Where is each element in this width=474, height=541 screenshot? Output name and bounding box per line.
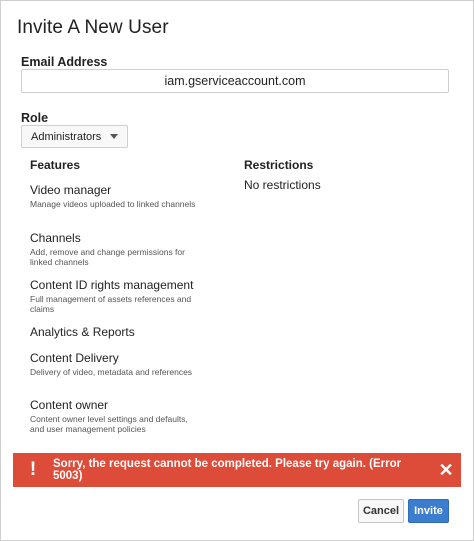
feature-item-video-manager: Video manager Manage videos uploaded to … (30, 183, 200, 209)
feature-item-content-id: Content ID rights management Full manage… (30, 278, 200, 314)
feature-name: Video manager (30, 183, 112, 197)
restriction-text: No restrictions (244, 178, 321, 192)
feature-name: Analytics & Reports (30, 325, 135, 339)
feature-description: Full management of assets references and… (30, 294, 192, 314)
exclamation-icon: ! (29, 459, 37, 480)
dialog-title: Invite A New User (17, 17, 169, 38)
email-field[interactable] (21, 69, 449, 93)
role-selected-value: Administrators (31, 130, 102, 143)
feature-name: Content Delivery (30, 351, 119, 365)
feature-item-content-owner: Content owner Content owner level settin… (30, 398, 200, 434)
restrictions-header: Restrictions (244, 158, 314, 172)
cancel-button[interactable]: Cancel (358, 499, 404, 523)
error-message: Sorry, the request cannot be completed. … (53, 458, 402, 482)
email-label: Email Address (21, 55, 108, 69)
features-header: Features (30, 158, 81, 172)
feature-description: Manage videos uploaded to linked channel… (30, 199, 196, 209)
feature-description: Content owner level settings and default… (30, 414, 188, 434)
role-dropdown[interactable]: Administrators (21, 125, 129, 148)
invite-button[interactable]: Invite (408, 499, 449, 523)
feature-description: Add, remove and change permissions for l… (30, 247, 185, 267)
error-banner: ! Sorry, the request cannot be completed… (13, 453, 461, 487)
feature-description: Delivery of video, metadata and referenc… (30, 367, 193, 377)
feature-name: Content ID rights management (30, 278, 194, 292)
close-icon[interactable]: ✕ (431, 460, 461, 481)
invite-user-dialog: Invite A New User Email Address Role Adm… (0, 0, 474, 541)
feature-item-content-delivery: Content Delivery Delivery of video, meta… (30, 351, 200, 377)
chevron-down-icon (110, 134, 119, 139)
feature-name: Content owner (30, 398, 109, 412)
feature-item-analytics: Analytics & Reports (30, 325, 200, 339)
feature-item-channels: Channels Add, remove and change permissi… (30, 231, 200, 267)
role-label: Role (21, 111, 49, 125)
feature-name: Channels (30, 231, 81, 245)
